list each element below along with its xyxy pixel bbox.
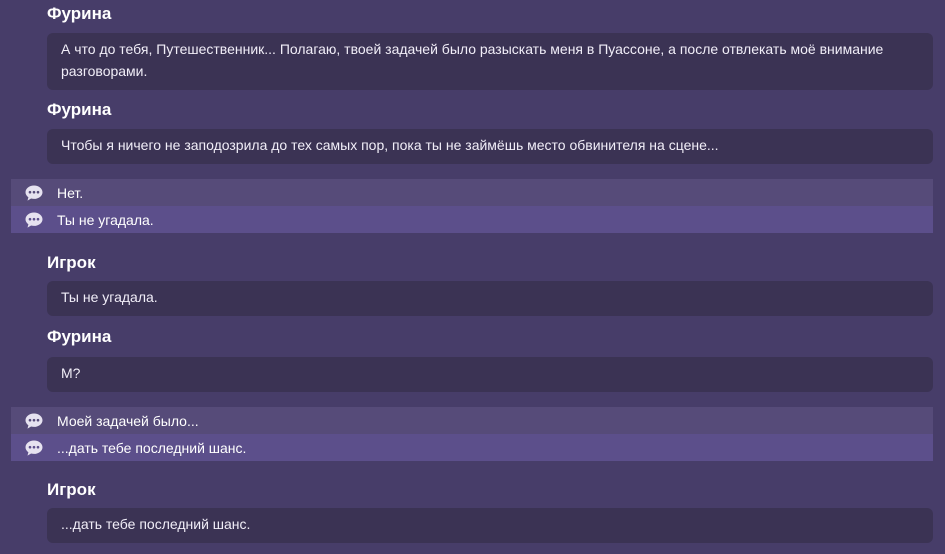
speaker-name: Игрок (47, 253, 96, 272)
dialogue-line: Фурина М? (47, 327, 933, 393)
dialogue-line: Фурина А что до тебя, Путешественник... … (47, 4, 933, 91)
dialogue-text: ...дать тебе последний шанс. (47, 508, 933, 543)
choice-label: ...дать тебе последний шанс. (57, 439, 247, 456)
dialogue-text: М? (47, 357, 933, 392)
dialogue-log: Фурина А что до тебя, Путешественник... … (0, 0, 945, 554)
dialogue-text: Чтобы я ничего не заподозрила до тех сам… (47, 129, 933, 164)
speaker-name: Фурина (47, 4, 112, 23)
speech-bubble-icon (24, 184, 44, 202)
speech-bubble-icon (24, 412, 44, 430)
dialogue-text: А что до тебя, Путешественник... Полагаю… (47, 33, 933, 90)
dialogue-choice-my-task[interactable]: Моей задачей было... (11, 407, 933, 434)
speech-bubble-icon (24, 211, 44, 229)
choice-label: Моей задачей было... (57, 412, 199, 429)
choice-label: Нет. (57, 184, 84, 201)
choice-label: Ты не угадала. (57, 211, 154, 228)
dialogue-text: Ты не угадала. (47, 281, 933, 316)
dialogue-choice-no[interactable]: Нет. (11, 179, 933, 206)
dialogue-line: Фурина Чтобы я ничего не заподозрила до … (47, 100, 933, 166)
speaker-name: Фурина (47, 100, 112, 119)
dialogue-line: Игрок ...дать тебе последний шанс. (47, 480, 933, 546)
speech-bubble-icon (24, 439, 44, 457)
speaker-name: Игрок (47, 480, 96, 499)
dialogue-choice-wrong-guess[interactable]: Ты не угадала. (11, 206, 933, 233)
dialogue-choice-last-chance[interactable]: ...дать тебе последний шанс. (11, 434, 933, 461)
speaker-name: Фурина (47, 327, 112, 346)
dialogue-line: Игрок Ты не угадала. (47, 253, 933, 319)
